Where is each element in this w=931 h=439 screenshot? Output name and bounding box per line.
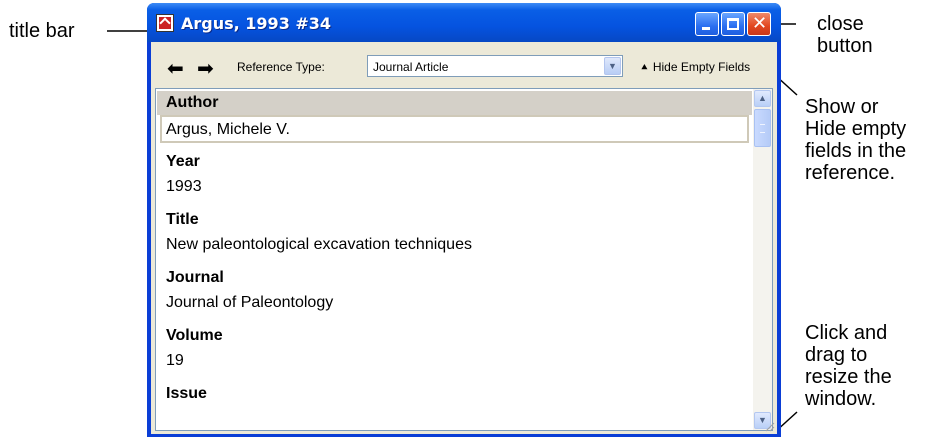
close-button[interactable]: ✕ [747, 12, 771, 36]
hide-empty-fields-label: Hide Empty Fields [652, 60, 751, 74]
field-label-journal: Journal [166, 269, 224, 286]
field-label-volume: Volume [166, 327, 223, 344]
title-bar[interactable]: Argus, 1993 #34 ✕ [147, 3, 781, 42]
chevron-up-icon[interactable]: ▲ [754, 90, 771, 107]
field-label-year: Year [166, 153, 200, 170]
field-label-author: Author [166, 94, 219, 111]
back-arrow-icon[interactable]: ⬅ [167, 58, 184, 78]
maximize-icon [727, 18, 739, 30]
selected-field-band [157, 91, 752, 115]
field-label-issue: Issue [166, 385, 207, 402]
minimize-button[interactable] [695, 12, 719, 36]
field-value-journal[interactable]: Journal of Paleontology [166, 294, 333, 312]
field-value-title[interactable]: New paleontological excavation technique… [166, 236, 472, 254]
endnote-reference-icon[interactable] [156, 14, 174, 32]
reference-type-label: Reference Type: [237, 60, 325, 74]
field-value-volume[interactable]: 19 [166, 352, 184, 370]
reference-window: Argus, 1993 #34 ✕ ⬅ ➡ Reference Type: Jo… [147, 3, 781, 437]
toolbar: ⬅ ➡ Reference Type: Journal Article ▼ ⯅ H… [151, 42, 777, 90]
title-bar-callout: title bar [9, 20, 75, 42]
close-button-callout: close button [817, 13, 873, 57]
field-value-author[interactable]: Argus, Michele V. [166, 121, 290, 139]
resize-grip-icon[interactable] [763, 420, 775, 432]
chevron-down-icon[interactable]: ▼ [604, 57, 621, 75]
show-hide-callout: Show or Hide empty fields in the referen… [805, 96, 907, 184]
caret-up-icon: ⯅ [640, 62, 649, 74]
reference-fields-pane: Author Argus, Michele V. Year 1993 Title… [155, 88, 773, 431]
scrollbar-thumb[interactable] [754, 109, 771, 147]
window-title: Argus, 1993 #34 [181, 14, 332, 33]
reference-type-value: Journal Article [373, 60, 449, 74]
forward-arrow-icon[interactable]: ➡ [197, 58, 214, 78]
close-icon: ✕ [752, 13, 768, 34]
resize-callout: Click and drag to resize the window. [805, 322, 892, 410]
vertical-scrollbar[interactable]: ▲ ▼ [753, 89, 772, 430]
window-client-area: ⬅ ➡ Reference Type: Journal Article ▼ ⯅ H… [151, 42, 777, 434]
minimize-icon [702, 27, 710, 30]
field-label-title: Title [166, 211, 199, 228]
fields-list: Author Argus, Michele V. Year 1993 Title… [156, 89, 753, 430]
reference-type-select[interactable]: Journal Article ▼ [367, 55, 623, 77]
maximize-button[interactable] [721, 12, 745, 36]
hide-empty-fields-button[interactable]: ⯅ Hide Empty Fields [640, 60, 750, 75]
field-value-year[interactable]: 1993 [166, 178, 202, 196]
